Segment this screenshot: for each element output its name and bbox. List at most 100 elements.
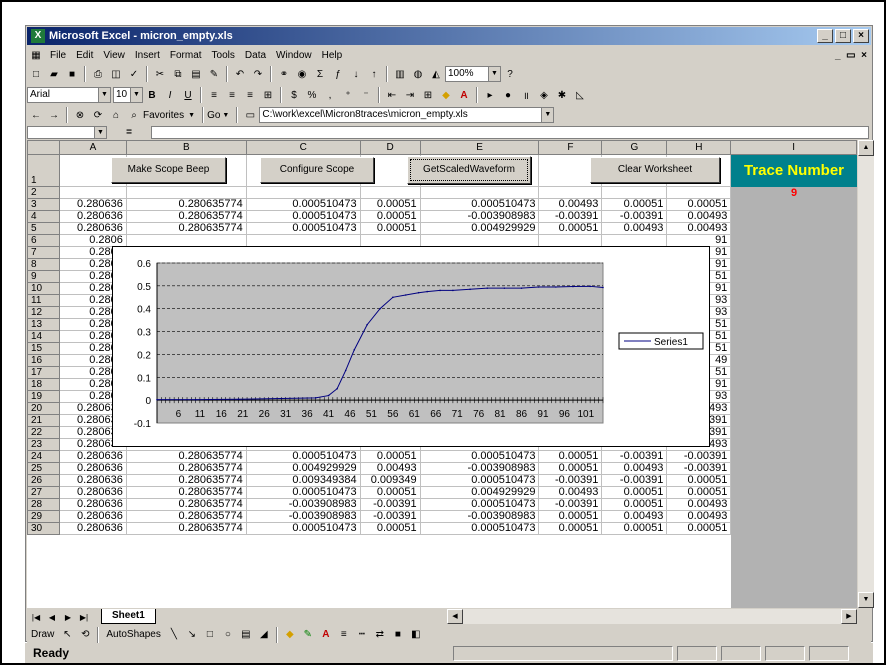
print-icon[interactable]: ⎙ — [90, 66, 106, 82]
cell[interactable]: 0.280635774 — [125, 222, 247, 235]
row-header[interactable]: 9 — [27, 270, 60, 283]
workbook-icon[interactable]: ▦ — [28, 47, 44, 63]
help-icon[interactable]: ? — [502, 66, 518, 82]
row-header[interactable]: 17 — [27, 366, 60, 379]
cell[interactable]: -0.003908983 — [419, 462, 540, 475]
row-header[interactable]: 24 — [27, 450, 60, 463]
cell[interactable]: 0.00493 — [601, 510, 668, 523]
show-only-web-toolbar-icon[interactable]: ▭ — [242, 107, 258, 123]
cell[interactable]: 0.009349384 — [245, 474, 361, 487]
menu-format[interactable]: Format — [165, 50, 207, 61]
sort-ascending-icon[interactable]: ↓ — [348, 66, 364, 82]
textbox-icon[interactable]: ▤ — [238, 627, 254, 643]
cell[interactable]: 0.000510473 — [245, 522, 361, 535]
font-size-select[interactable]: 10 ▼ — [113, 87, 143, 103]
scroll-down-icon[interactable]: ▼ — [858, 592, 874, 608]
cell[interactable]: -0.00391 — [538, 474, 603, 487]
align-center-icon[interactable]: ≡ — [224, 87, 240, 103]
align-right-icon[interactable]: ≡ — [242, 87, 258, 103]
design-mode-icon[interactable]: ◺ — [572, 87, 588, 103]
formula-equals[interactable]: = — [115, 127, 143, 138]
row-header[interactable]: 11 — [27, 294, 60, 307]
cell[interactable]: 0.004929929 — [419, 486, 540, 499]
cell[interactable]: 0.000510473 — [245, 486, 361, 499]
cell[interactable]: 0.00051 — [359, 450, 421, 463]
prev-sheet-icon[interactable]: ◀ — [44, 609, 60, 625]
chart-wizard-icon[interactable]: ▥ — [392, 66, 408, 82]
dash-style-icon[interactable]: ┅ — [354, 627, 370, 643]
row-header[interactable]: 20 — [27, 402, 60, 415]
cell[interactable]: 0.280635774 — [125, 486, 247, 499]
row-header[interactable]: 4 — [27, 210, 60, 223]
trace-number-value[interactable]: 9 — [731, 187, 857, 200]
fill-color-icon[interactable]: ◆ — [438, 87, 454, 103]
row-header[interactable]: 2 — [27, 186, 60, 199]
cut-icon[interactable]: ✂ — [152, 66, 168, 82]
cell[interactable]: 0.004929929 — [419, 222, 540, 235]
sort-descending-icon[interactable]: ↑ — [366, 66, 382, 82]
free-rotate-icon[interactable]: ⟲ — [77, 627, 93, 643]
cell[interactable]: 0.00051 — [601, 198, 668, 211]
row-header[interactable]: 3 — [27, 198, 60, 211]
scroll-right-icon[interactable]: ▶ — [841, 609, 857, 624]
name-box[interactable]: ▼ — [27, 126, 107, 139]
italic-icon[interactable]: I — [162, 87, 178, 103]
row-header[interactable]: 12 — [27, 306, 60, 319]
cell[interactable]: 0.00051 — [601, 486, 668, 499]
cell[interactable]: 0.280636 — [58, 486, 127, 499]
go-menu[interactable]: Go — [207, 110, 220, 121]
select-objects-icon[interactable]: ↖ — [59, 627, 75, 643]
row-header[interactable]: 26 — [27, 474, 60, 487]
cell[interactable]: 0.2806 — [58, 234, 127, 247]
cell[interactable]: 0.00051 — [601, 522, 668, 535]
map-icon[interactable]: ◍ — [410, 66, 426, 82]
cell[interactable]: 0.00493 — [666, 222, 732, 235]
cell[interactable]: 0.280636 — [58, 474, 127, 487]
first-sheet-icon[interactable]: |◀ — [28, 609, 44, 625]
increase-decimal-icon[interactable]: ⁺ — [340, 87, 356, 103]
paste-icon[interactable]: ▤ — [188, 66, 204, 82]
last-sheet-icon[interactable]: ▶| — [76, 609, 92, 625]
spelling-icon[interactable]: ✓ — [126, 66, 142, 82]
cell[interactable] — [538, 186, 603, 199]
menu-edit[interactable]: Edit — [71, 50, 98, 61]
close-button[interactable]: × — [853, 29, 869, 43]
preview-icon[interactable]: ◫ — [108, 66, 124, 82]
currency-icon[interactable]: $ — [286, 87, 302, 103]
cell[interactable]: 0.000510473 — [419, 474, 540, 487]
cell[interactable]: 0.280636 — [58, 222, 127, 235]
cell[interactable]: 0.00493 — [666, 210, 732, 223]
cell[interactable]: 0.00051 — [538, 462, 603, 475]
fill-color-icon[interactable]: ◆ — [282, 627, 298, 643]
waveform-chart[interactable]: 0.6 0.5 0.4 0.3 0.2 0.1 0 -0.1 6 11 16 21 26 31 36 41 46… — [112, 246, 710, 447]
column-header-i[interactable]: I — [730, 140, 857, 155]
cell[interactable]: 0.00051 — [601, 498, 668, 511]
cell[interactable] — [601, 234, 668, 247]
cell[interactable]: 0.280636 — [58, 462, 127, 475]
minimize-button[interactable]: _ — [817, 29, 833, 43]
cell[interactable] — [419, 234, 540, 247]
3d-icon[interactable]: ◧ — [408, 627, 424, 643]
row-header[interactable]: 23 — [27, 438, 60, 451]
cell[interactable]: 0.00051 — [538, 222, 603, 235]
formula-input[interactable] — [151, 126, 869, 139]
underline-icon[interactable]: U — [180, 87, 196, 103]
cell[interactable]: -0.00391 — [601, 210, 668, 223]
column-header-b[interactable]: B — [125, 140, 247, 155]
font-color-icon[interactable]: A — [318, 627, 334, 643]
cell[interactable]: 0.004929929 — [245, 462, 361, 475]
cell[interactable] — [419, 186, 540, 199]
autoshapes-menu[interactable]: AutoShapes — [106, 629, 161, 640]
menu-data[interactable]: Data — [240, 50, 271, 61]
cell[interactable]: 0.280635774 — [125, 198, 247, 211]
autosum-icon[interactable]: Σ — [312, 66, 328, 82]
open-icon[interactable]: ▰ — [46, 66, 62, 82]
rectangle-icon[interactable]: □ — [202, 627, 218, 643]
cell[interactable]: 0.280636 — [58, 450, 127, 463]
cell[interactable]: 0.00051 — [666, 474, 732, 487]
scroll-up-icon[interactable]: ▲ — [858, 140, 874, 156]
cell[interactable]: 0.00051 — [359, 486, 421, 499]
cell[interactable]: 0.280635774 — [125, 510, 247, 523]
cell[interactable]: 0.280635774 — [125, 450, 247, 463]
column-header-a[interactable]: A — [58, 140, 127, 155]
